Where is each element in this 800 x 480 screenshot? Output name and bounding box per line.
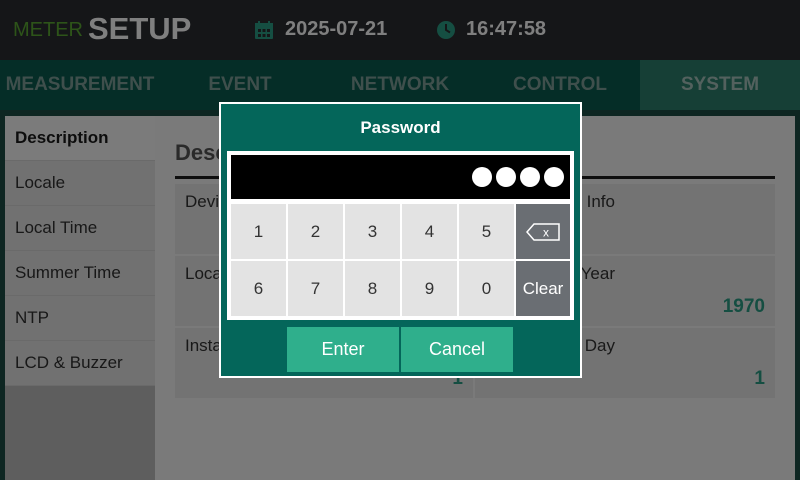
mask-dot xyxy=(472,167,492,187)
clear-button[interactable]: Clear xyxy=(516,261,570,316)
backspace-glyph: x xyxy=(543,225,549,239)
key-2[interactable]: 2 xyxy=(288,204,343,259)
password-input[interactable] xyxy=(227,151,574,203)
key-4[interactable]: 4 xyxy=(402,204,457,259)
backspace-button[interactable]: x xyxy=(516,204,570,259)
key-9[interactable]: 9 xyxy=(402,261,457,316)
dialog-title: Password xyxy=(360,118,441,137)
password-mask xyxy=(472,167,564,187)
backspace-icon: x xyxy=(526,222,560,241)
key-5[interactable]: 5 xyxy=(459,204,514,259)
mask-dot xyxy=(496,167,516,187)
password-dialog: Password 1 2 3 4 5 x 6 7 8 9 0 Clear Ent… xyxy=(219,102,582,378)
mask-dot xyxy=(520,167,540,187)
key-1[interactable]: 1 xyxy=(231,204,286,259)
enter-button[interactable]: Enter xyxy=(287,327,399,372)
cancel-button[interactable]: Cancel xyxy=(401,327,513,372)
numeric-keypad: 1 2 3 4 5 x 6 7 8 9 0 Clear xyxy=(227,202,574,320)
key-7[interactable]: 7 xyxy=(288,261,343,316)
key-6[interactable]: 6 xyxy=(231,261,286,316)
key-3[interactable]: 3 xyxy=(345,204,400,259)
key-8[interactable]: 8 xyxy=(345,261,400,316)
mask-dot xyxy=(544,167,564,187)
key-0[interactable]: 0 xyxy=(459,261,514,316)
